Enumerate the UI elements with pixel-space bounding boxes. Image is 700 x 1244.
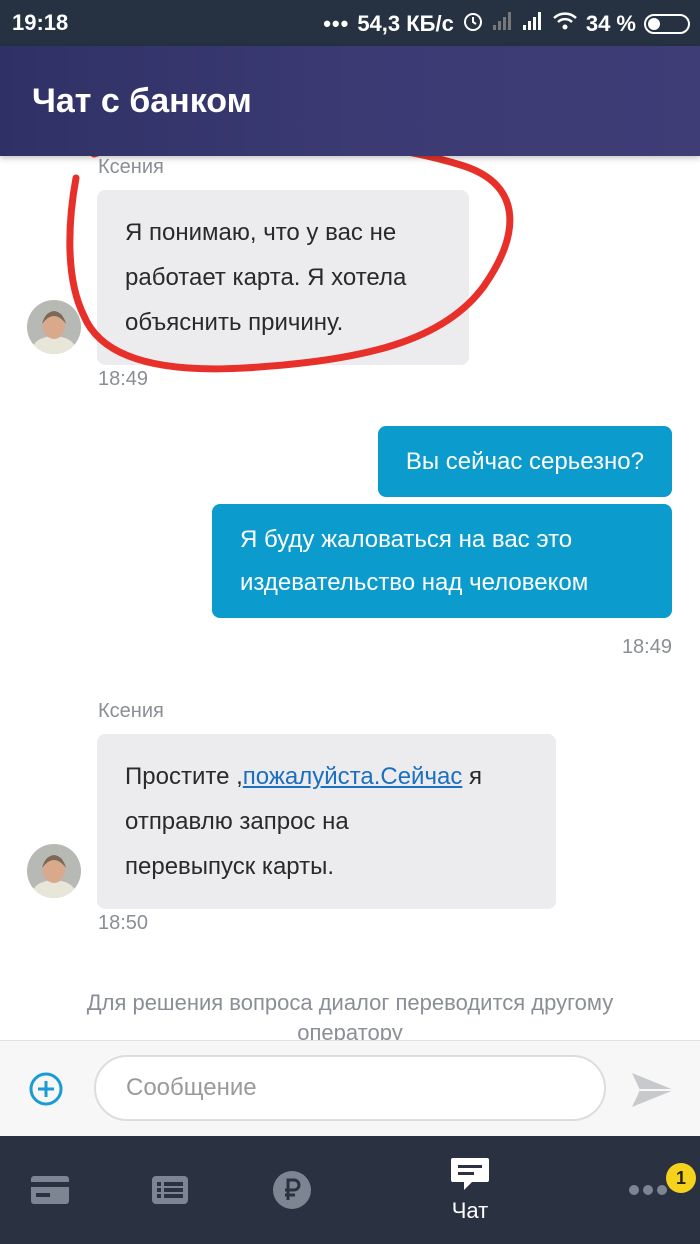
operator-message-bubble: Я понимаю, что у вас не работает карта. … [97,190,469,365]
status-icons: ••• 54,3 КБ/с 34 % [323,10,690,38]
message-line: отправлю запрос на [125,808,349,835]
card-icon [31,1176,69,1204]
more-icon [629,1185,667,1195]
add-attachment-button[interactable] [28,1071,64,1107]
message-line: перевыпуск карты. [125,853,335,880]
avatar [27,300,81,354]
chat-area[interactable]: Ксения Я понимаю, что у вас не работает … [0,156,700,1040]
message-line: Я буду жаловаться на вас это [240,526,573,553]
plus-circle-icon [29,1072,63,1106]
message-text: я [462,763,482,790]
message-line: работает карта. Я хотела [125,264,407,291]
status-time: 19:18 [12,10,69,35]
message-line: Я понимаю, что у вас не [125,219,397,246]
ruble-icon [273,1171,311,1209]
net-speed: 54,3 КБ/с [357,11,454,36]
message-text: Простите , [125,763,243,790]
page-title: Чат с банком [32,82,252,120]
message-input[interactable] [94,1055,606,1121]
dots-icon: ••• [323,11,350,36]
bottom-navigation: Чат [0,1136,700,1244]
user-message-bubble: Я буду жаловаться на вас это издевательс… [212,504,672,618]
wifi-icon [552,11,578,37]
system-note: Для решения вопроса диалог переводится д… [86,990,614,1040]
message-time: 18:50 [98,912,149,934]
nav-label: Чат [451,1198,489,1223]
send-icon [632,1073,674,1107]
list-icon [152,1176,188,1204]
message-text: Вы сейчас серьезно? [405,448,644,475]
status-bar: 19:18 ••• 54,3 КБ/с 34 % [0,0,700,46]
nav-more[interactable] [620,1136,676,1244]
battery-icon [644,14,690,34]
message-line: Простите ,пожалуйста.Сейчас я [125,754,528,799]
sender-name: Ксения [98,700,164,722]
chat-icon [451,1158,489,1190]
operator-message-bubble: Простите ,пожалуйста.Сейчас я отправлю з… [97,734,556,909]
avatar [27,844,81,898]
message-input-bar [0,1040,700,1136]
send-button[interactable] [630,1071,676,1109]
nav-cards[interactable] [22,1136,78,1244]
battery-text: 34 % [585,11,636,36]
nav-history[interactable] [142,1136,198,1244]
nav-payments[interactable] [264,1136,320,1244]
nav-chat[interactable]: Чат [430,1136,510,1244]
signal-icon [522,11,544,37]
message-time: 18:49 [98,368,149,390]
message-line: издевательство над человеком [240,569,589,596]
sender-name: Ксения [98,156,164,178]
notification-badge: 1 [666,1163,696,1193]
message-line: объяснить причину. [125,309,344,336]
app-header: Чат с банком [0,46,700,156]
user-message-bubble: Вы сейчас серьезно? [377,426,672,497]
signal-icon [492,11,514,37]
alarm-icon [462,10,484,38]
message-time: 18:49 [621,636,672,658]
message-link[interactable]: пожалуйста.Сейчас [243,763,463,790]
